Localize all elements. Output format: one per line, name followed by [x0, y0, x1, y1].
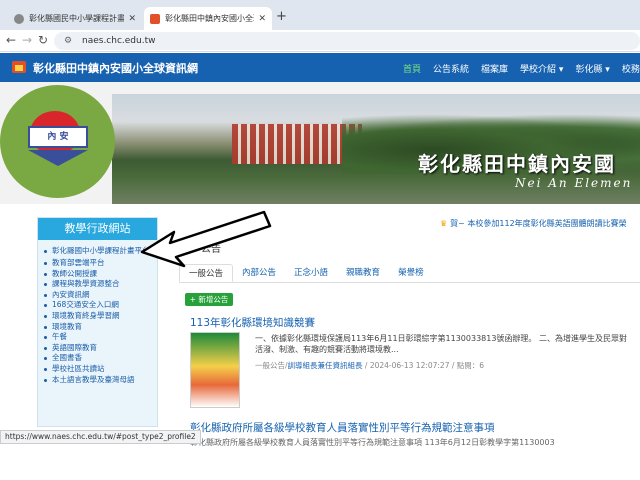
add-announcement-button[interactable]: + 新增公告	[185, 293, 233, 306]
nav-item-home[interactable]: 首頁	[403, 62, 421, 75]
sidebar-link[interactable]: 本土語言教學及臺灣母語	[44, 375, 153, 386]
url-text: naes.chc.edu.tw	[82, 36, 156, 46]
sidebar-link[interactable]: 英語國際教育	[44, 343, 153, 354]
tab-title: 彰化縣國民中小學課程計畫平台	[29, 14, 125, 23]
reload-icon[interactable]: ↻	[38, 33, 48, 47]
news-marquee[interactable]: ♛ 賀~ 本校參加112年度彰化縣英語團體朗讀比賽榮	[440, 218, 627, 229]
post-date-views: / 2024-06-13 12:07:27 / 點閱：6	[362, 361, 485, 370]
nav-item-files[interactable]: 檔案庫	[481, 62, 508, 75]
new-tab-button[interactable]: +	[276, 9, 287, 24]
post-excerpt: 一、依據彰化縣環境保護局113年6月11日彰環綜字第1130033813號函辦理…	[255, 333, 640, 355]
marquee-text: 賀~ 本校參加112年度彰化縣英語團體朗讀比賽榮	[450, 219, 627, 228]
sidebar-link[interactable]: 教師公開授課	[44, 269, 153, 280]
banner-chinese-text: 彰化縣田中鎮內安國	[418, 152, 616, 176]
emblem-label: 內 安	[28, 126, 88, 148]
browser-tab-school[interactable]: 彰化縣田中鎮內安國小全球資訊網 ✕	[144, 7, 272, 30]
post-excerpt-line: 活潑、制激、有趣的競賽活動將環境教...	[255, 345, 399, 354]
browser-toolbar: ← → ↻ ⚙ naes.chc.edu.tw	[0, 30, 640, 52]
tab-parenting[interactable]: 親職教育	[337, 264, 389, 282]
post-title[interactable]: 113年彰化縣環境知識競賽	[190, 315, 315, 330]
favicon-icon	[14, 13, 24, 24]
emblem-chevron-icon	[28, 150, 88, 170]
site-title[interactable]: 彰化縣田中鎮內安國小全球資訊網	[33, 60, 198, 76]
tab-mindfulness[interactable]: 正念小語	[285, 264, 337, 282]
close-tab-icon[interactable]: ✕	[128, 14, 136, 24]
post-category: 一般公告/	[255, 361, 288, 370]
sidebar-link[interactable]: 教育部雲端平台	[44, 258, 153, 269]
forward-icon[interactable]: →	[22, 33, 32, 47]
sidebar-link[interactable]: 環境教育終身學習網	[44, 311, 153, 322]
sidebar-link[interactable]: 彰化縣國中小學課程計畫平台	[44, 246, 153, 256]
status-bar-url: https://www.naes.chc.edu.tw/#post_type2_…	[0, 430, 201, 444]
back-icon[interactable]: ←	[6, 33, 16, 47]
nav-item-county[interactable]: 彰化縣 ▾	[575, 62, 609, 75]
post-excerpt: 彰化縣政府所屬各級學校教育人員落實性別平等行為規範注意事項 113年6月12日彰…	[190, 438, 555, 447]
post-thumbnail[interactable]	[190, 332, 240, 408]
tab-honors[interactable]: 榮譽榜	[389, 264, 433, 282]
post-title[interactable]: 彰化縣政府所屬各級學校教育人員落實性別平等行為規範注意事項	[190, 420, 495, 435]
tab-title: 彰化縣田中鎮內安國小全球資訊網	[165, 14, 254, 23]
crown-icon: ♛	[440, 219, 448, 228]
pointer-arrow-icon	[140, 210, 272, 268]
sidebar-link[interactable]: 環境教育	[44, 322, 153, 333]
site-header: 彰化縣田中鎮內安國小全球資訊網 首頁 公告系統 檔案庫 學校介紹 ▾ 彰化縣 ▾…	[0, 53, 640, 82]
sidebar-link[interactable]: 全國書香	[44, 353, 153, 364]
sidebar-link[interactable]: 168交通安全入口網	[44, 300, 153, 311]
close-tab-icon[interactable]: ✕	[258, 14, 266, 24]
post-author-link[interactable]: 訓導組長兼任資訊組長	[288, 361, 363, 370]
school-logo-icon[interactable]	[12, 61, 26, 73]
sidebar-link[interactable]: 學校社區共讀站	[44, 364, 153, 375]
page-bottom	[0, 450, 640, 480]
nav-item-announcements[interactable]: 公告系統	[433, 62, 469, 75]
browser-tab-bar: 彰化縣國民中小學課程計畫平台 ✕ 彰化縣田中鎮內安國小全球資訊網 ✕ +	[0, 0, 640, 30]
post-meta: 一般公告/訓導組長兼任資訊組長 / 2024-06-13 12:07:27 / …	[255, 360, 484, 371]
address-bar[interactable]: ⚙ naes.chc.edu.tw	[54, 32, 640, 50]
nav-item-about[interactable]: 學校介紹 ▾	[520, 62, 563, 75]
sidebar-link[interactable]: 內安資訊網	[44, 290, 153, 301]
site-info-icon[interactable]: ⚙	[64, 36, 74, 46]
sidebar-link[interactable]: 午餐	[44, 332, 153, 343]
browser-tab-curriculum[interactable]: 彰化縣國民中小學課程計畫平台 ✕	[8, 7, 142, 30]
banner-english-text: Nei An Elemen	[515, 176, 633, 190]
post-excerpt-line: 一、依據彰化縣環境保護局113年6月11日彰環綜字第1130033813號函辦理…	[255, 334, 627, 343]
nav-item-admin[interactable]: 校務行政	[622, 62, 640, 75]
favicon-icon	[150, 13, 160, 24]
sidebar-link[interactable]: 課程與教學資源整合	[44, 279, 153, 290]
main-nav: 首頁 公告系統 檔案庫 學校介紹 ▾ 彰化縣 ▾ 校務行政	[403, 62, 640, 75]
